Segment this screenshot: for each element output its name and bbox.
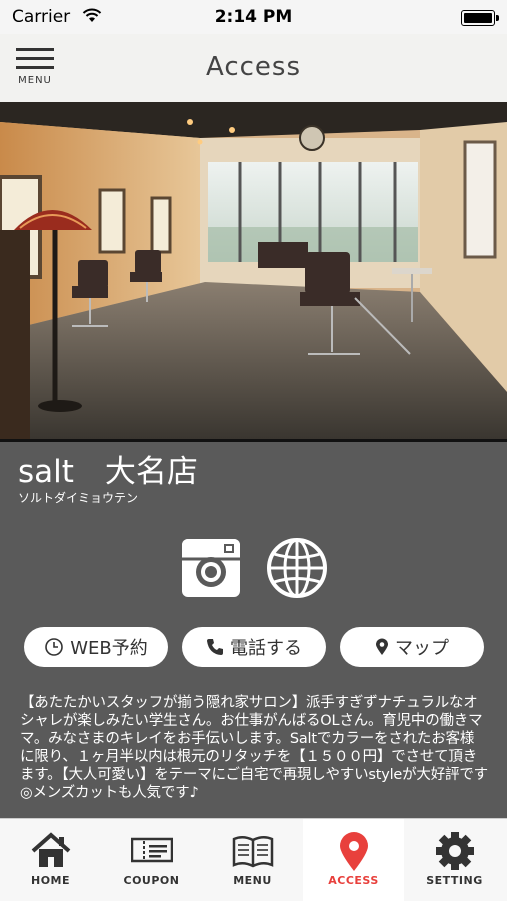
shop-description: 【あたたかいスタッフが揃う隠れ家サロン】派手すぎずナチュラルなオシャレが楽しみた…: [20, 695, 488, 801]
navigation-bar: MENU Access: [0, 34, 507, 103]
shop-name-kana: ソルトダイミョウテン: [18, 491, 139, 505]
call-label: 電話する: [230, 638, 302, 659]
tab-coupon[interactable]: COUPON: [101, 819, 202, 901]
phone-icon: [207, 639, 223, 655]
status-bar: Carrier 2:14 PM: [0, 0, 507, 34]
instagram-button[interactable]: [180, 537, 242, 599]
clock-icon: [45, 638, 64, 656]
status-time: 2:14 PM: [214, 7, 293, 27]
web-reserve-button[interactable]: WEB予約: [24, 627, 168, 667]
tab-access-label: ACCESS: [328, 874, 379, 887]
tab-setting[interactable]: SETTING: [404, 819, 507, 901]
gear-icon: [436, 832, 474, 870]
map-pin-icon: [340, 832, 368, 871]
tab-coupon-label: COUPON: [123, 874, 180, 887]
tab-bar: HOME COUPON MENU ACCESS SETTING: [0, 818, 507, 901]
call-button[interactable]: 電話する: [182, 627, 326, 667]
instagram-icon: [182, 539, 240, 597]
home-icon: [31, 832, 71, 867]
book-icon: [232, 836, 274, 868]
website-button[interactable]: [266, 537, 328, 599]
tab-menu[interactable]: MENU: [202, 819, 303, 901]
map-pin-icon: [376, 638, 388, 655]
globe-icon: [267, 538, 327, 598]
tab-home[interactable]: HOME: [0, 819, 101, 901]
page-title: Access: [205, 52, 301, 82]
tab-access[interactable]: ACCESS: [303, 819, 404, 901]
tab-menu-label: MENU: [233, 874, 272, 887]
web-reserve-label: WEB予約: [70, 638, 148, 659]
ticket-icon: [131, 837, 173, 863]
salon-photo: [0, 102, 507, 442]
battery-icon: [461, 10, 499, 26]
tab-home-label: HOME: [30, 874, 71, 887]
shop-name: salt 大名店: [18, 454, 198, 490]
map-button[interactable]: マップ: [340, 627, 484, 667]
map-label: マップ: [395, 638, 449, 659]
tab-setting-label: SETTING: [426, 874, 483, 887]
